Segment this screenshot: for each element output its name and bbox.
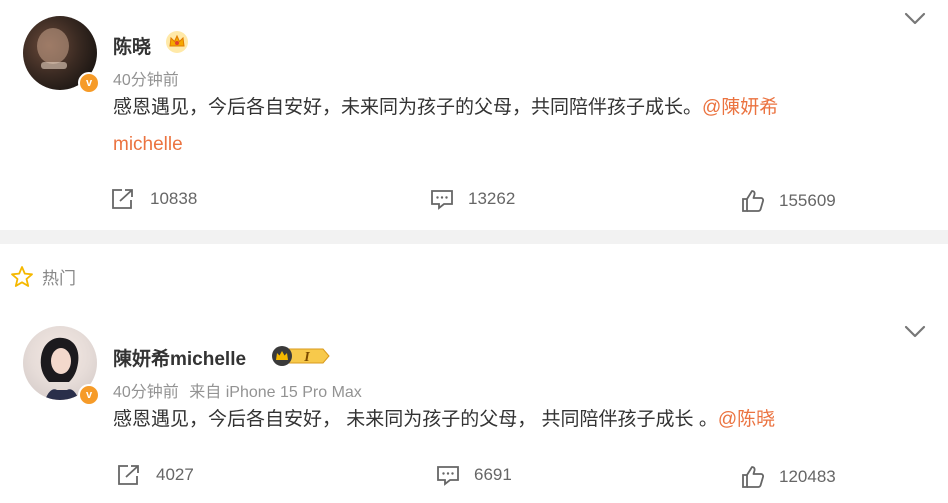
- chevron-down-icon[interactable]: [904, 12, 926, 26]
- hot-section-header: 热门: [10, 264, 76, 289]
- post-body: 感恩遇见，今后各自安好， 未来同为孩子的父母， 共同陪伴孩子成长 。: [113, 409, 718, 430]
- vip-level-badge: I: [271, 345, 331, 367]
- like-count: 155609: [779, 191, 836, 210]
- repost-icon: [118, 465, 139, 485]
- chevron-down-icon[interactable]: [904, 325, 926, 339]
- like-button[interactable]: 155609: [741, 189, 836, 213]
- thumbs-up-icon: [742, 190, 765, 212]
- comment-button[interactable]: 13262: [430, 187, 515, 211]
- thumbs-up-icon: [742, 466, 765, 488]
- mention-link[interactable]: @陳妍希: [702, 97, 778, 118]
- mention-link-continued[interactable]: michelle: [113, 131, 183, 159]
- post-time[interactable]: 40分钟前: [113, 384, 179, 401]
- comment-icon: [437, 466, 459, 486]
- star-icon: [11, 265, 33, 287]
- vip-level-text: I: [303, 350, 310, 365]
- post-time[interactable]: 40分钟前: [113, 66, 179, 90]
- author-name[interactable]: 陈晓: [113, 32, 151, 59]
- mention-link[interactable]: @陈晓: [718, 409, 775, 430]
- post-source: 来自 iPhone 15 Pro Max: [189, 384, 362, 401]
- like-count: 120483: [779, 467, 836, 486]
- repost-button[interactable]: 4027: [116, 463, 194, 487]
- comment-count: 6691: [474, 465, 512, 484]
- verified-badge-icon: v: [78, 384, 100, 406]
- repost-icon: [112, 189, 133, 209]
- post-text: 感恩遇见，今后各自安好， 未来同为孩子的父母， 共同陪伴孩子成长 。@陈晓: [113, 406, 913, 434]
- crown-icon: [165, 30, 189, 54]
- post-meta: 40分钟前 来自 iPhone 15 Pro Max: [113, 378, 362, 402]
- verified-badge-icon: v: [78, 72, 100, 94]
- comment-count: 13262: [468, 189, 516, 208]
- section-divider: [0, 230, 948, 244]
- hot-label: 热门: [42, 269, 76, 288]
- like-button[interactable]: 120483: [741, 465, 836, 489]
- post-text: 感恩遇见，今后各自安好，未来同为孩子的父母，共同陪伴孩子成长。@陳妍希: [113, 94, 873, 122]
- comment-icon: [431, 190, 453, 210]
- author-name[interactable]: 陳妍希michelle: [113, 344, 246, 371]
- repost-count: 10838: [150, 189, 198, 208]
- post-body: 感恩遇见，今后各自安好，未来同为孩子的父母，共同陪伴孩子成长。: [113, 97, 703, 118]
- comment-button[interactable]: 6691: [436, 463, 512, 487]
- repost-button[interactable]: 10838: [110, 187, 197, 211]
- repost-count: 4027: [156, 465, 194, 484]
